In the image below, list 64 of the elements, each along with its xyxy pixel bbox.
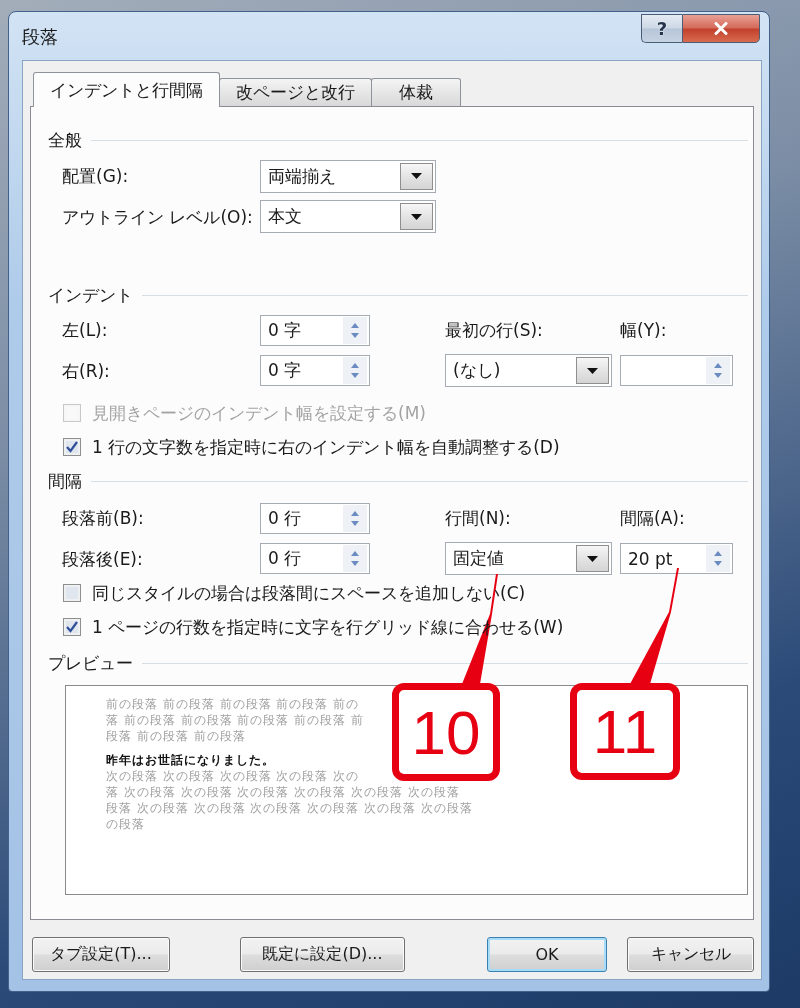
number-field[interactable]: 0 行 <box>260 502 370 534</box>
close-icon <box>714 22 728 35</box>
window-title: 段落 <box>22 26 59 48</box>
help-button[interactable]: ? <box>641 14 682 43</box>
checkbox[interactable] <box>63 438 81 456</box>
field-label: アウトライン レベル(O): <box>62 205 253 228</box>
dropdown-button[interactable] <box>400 162 433 190</box>
preview-text: 段落 次の段落 次の段落 次の段落 次の段落 次の段落 次の段落 <box>106 800 473 816</box>
dropdown-button[interactable] <box>400 203 433 230</box>
section-heading: 全般 <box>48 129 82 151</box>
number-field[interactable]: 20 pt <box>620 543 733 574</box>
field-label: 右(R): <box>62 359 110 382</box>
caret-icon <box>587 555 598 562</box>
caret-icon <box>411 173 422 179</box>
checkbox-label: 見開きページのインデント幅を設定する(M) <box>92 402 426 424</box>
dialog-button[interactable]: 既定に設定(D)... <box>240 937 405 972</box>
field-label: 行間(N): <box>445 507 511 529</box>
field-label: 間隔(A): <box>620 507 685 529</box>
preview-text: 次の段落 次の段落 次の段落 次の段落 次の <box>106 768 360 784</box>
caret-icon <box>587 367 598 374</box>
number-field[interactable]: 0 字 <box>260 314 370 346</box>
checkbox-label: 1 行の文字数を指定時に右のインデント幅を自動調整する(D) <box>92 436 560 458</box>
number-field[interactable]: 0 字 <box>260 355 370 386</box>
field-label: 幅(Y): <box>620 319 667 341</box>
section-heading: プレビュー <box>48 652 133 674</box>
preview-text: 段落 前の段落 前の段落 <box>106 728 246 744</box>
callout-number: 11 <box>570 683 680 780</box>
field-label: 配置(G): <box>62 165 129 187</box>
tab[interactable]: 体裁 <box>371 78 461 106</box>
spin-arrows-icon[interactable] <box>343 357 367 384</box>
dropdown-button[interactable] <box>576 545 609 572</box>
number-field[interactable]: 0 行 <box>260 543 370 574</box>
dropdown-button[interactable] <box>576 357 609 384</box>
spin-arrows-icon[interactable] <box>343 316 367 344</box>
spin-arrows-icon[interactable] <box>706 545 730 572</box>
dropdown-field[interactable]: (なし) <box>445 354 612 387</box>
section-heading: 間隔 <box>48 470 82 492</box>
spin-arrows-icon[interactable] <box>343 545 367 572</box>
callout-number: 10 <box>392 683 500 781</box>
preview-text: 落 次の段落 次の段落 次の段落 次の段落 次の段落 次の段落 <box>106 784 460 800</box>
close-button[interactable] <box>682 14 760 43</box>
tab[interactable]: インデントと行間隔 <box>33 72 220 107</box>
dialog-button[interactable]: タブ設定(T)... <box>32 937 170 972</box>
field-label: 段落後(E): <box>62 547 143 570</box>
checkbox[interactable] <box>63 618 81 636</box>
dropdown-field[interactable]: 本文 <box>260 200 436 233</box>
dialog-button[interactable]: OK <box>487 937 607 972</box>
field-label: 段落前(B): <box>62 507 144 529</box>
field-label: 最初の行(S): <box>445 319 543 341</box>
preview-text: 落 前の段落 前の段落 前の段落 前の段落 前 <box>106 712 365 728</box>
spin-arrows-icon[interactable] <box>343 504 367 532</box>
tab[interactable]: 改ページと改行 <box>219 78 372 106</box>
dropdown-field[interactable]: 固定値 <box>445 542 612 575</box>
preview-text: の段落 <box>106 816 145 832</box>
section-heading: インデント <box>48 284 133 306</box>
number-field[interactable] <box>620 355 733 386</box>
dialog-button[interactable]: キャンセル <box>627 937 754 972</box>
preview-text: 前の段落 前の段落 前の段落 前の段落 前の <box>106 696 360 712</box>
caret-icon <box>411 213 422 220</box>
checkbox[interactable] <box>63 584 81 602</box>
dropdown-field[interactable]: 両端揃え <box>260 159 436 193</box>
field-label: 左(L): <box>62 319 108 341</box>
preview-sample-text: 昨年はお世話になりました。 <box>106 752 275 768</box>
spin-arrows-icon[interactable] <box>706 357 730 384</box>
